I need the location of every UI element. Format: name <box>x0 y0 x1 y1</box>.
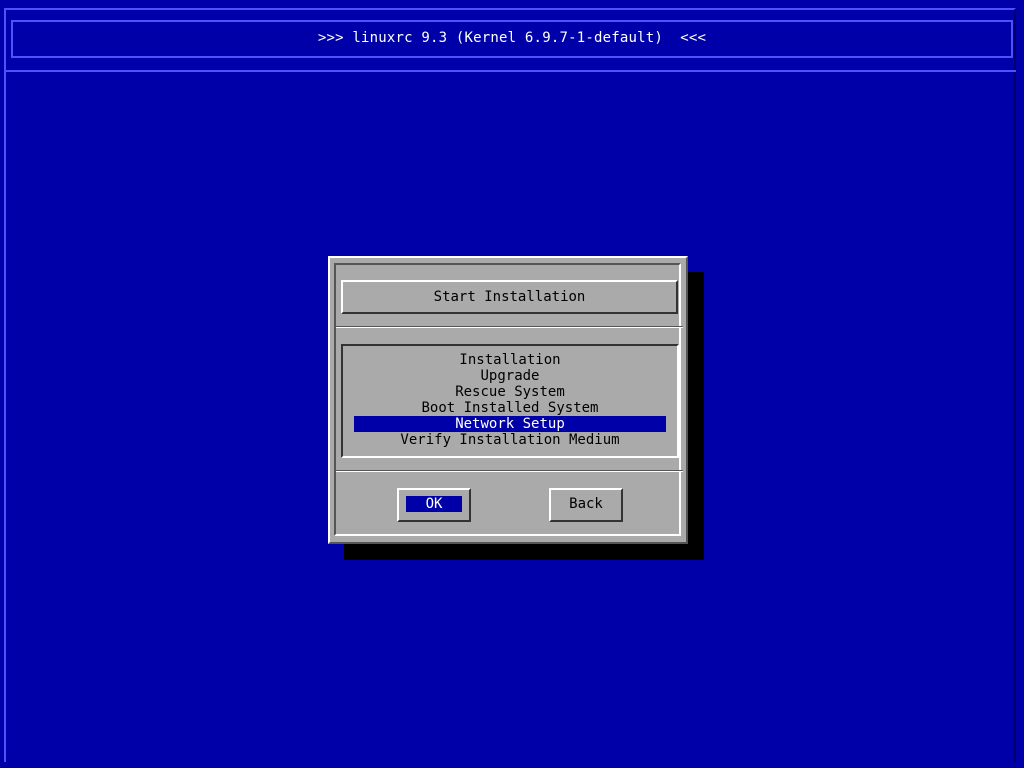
menu-list: Installation Upgrade Rescue System Boot … <box>341 344 679 458</box>
menu-item-upgrade[interactable]: Upgrade <box>354 368 666 384</box>
linuxrc-screen: >>> linuxrc 9.3 (Kernel 6.9.7-1-default)… <box>0 0 1024 768</box>
dialog-title: Start Installation <box>341 280 678 314</box>
app-title: >>> linuxrc 9.3 (Kernel 6.9.7-1-default)… <box>317 30 707 46</box>
ok-button[interactable]: OK <box>397 488 471 522</box>
start-installation-dialog: Start Installation Installation Upgrade … <box>328 256 688 544</box>
ok-button-label: OK <box>406 496 462 512</box>
menu-item-boot-installed-system[interactable]: Boot Installed System <box>354 400 666 416</box>
header-divider <box>4 70 1016 72</box>
back-button-label: Back <box>569 496 603 512</box>
back-button[interactable]: Back <box>549 488 623 522</box>
menu-item-network-setup[interactable]: Network Setup <box>354 416 666 432</box>
menu-item-installation[interactable]: Installation <box>354 352 666 368</box>
menu-item-rescue-system[interactable]: Rescue System <box>354 384 666 400</box>
menu-item-verify-installation-medium[interactable]: Verify Installation Medium <box>354 432 666 448</box>
button-separator <box>336 470 683 472</box>
title-separator <box>336 326 683 328</box>
